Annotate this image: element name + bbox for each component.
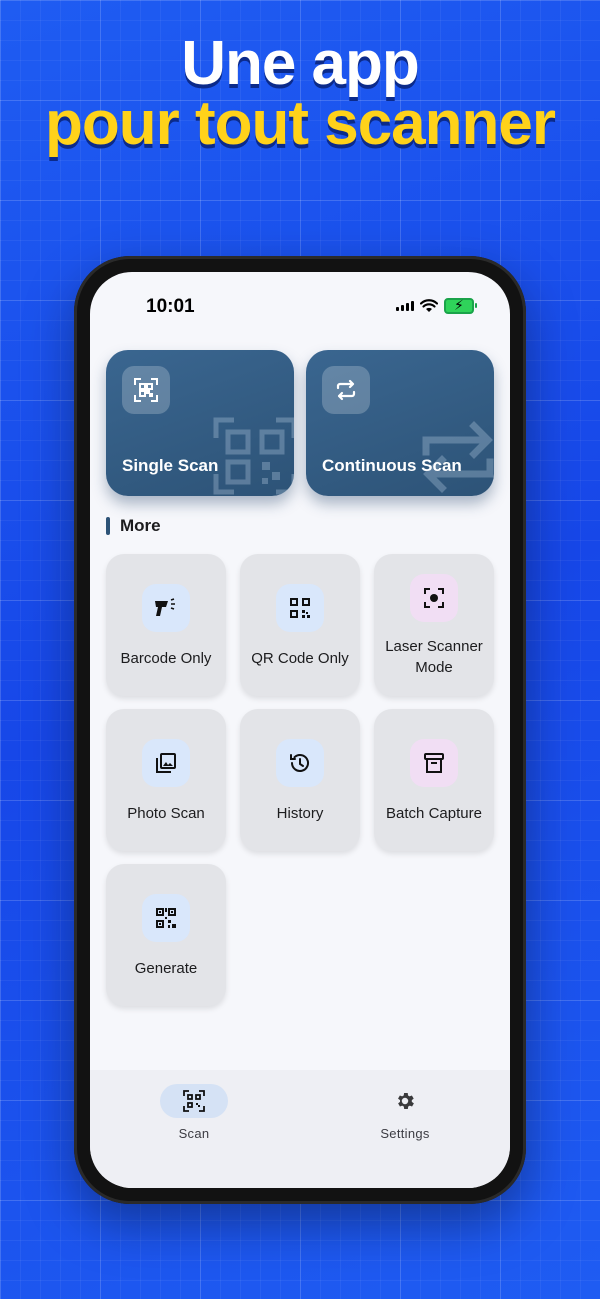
status-bar: 10:01 ⚡: [90, 296, 510, 320]
phone-frame: 10:01 ⚡ Single Scan Continuous Scan More…: [74, 256, 526, 1204]
nav-item-settings[interactable]: Settings: [345, 1084, 465, 1141]
tile-label: Photo Scan: [127, 805, 205, 822]
gear-icon: [371, 1084, 439, 1118]
headline-line-2: pour tout scanner: [44, 89, 556, 158]
qr-frame-icon: [122, 366, 170, 414]
continuous-scan-label: Continuous Scan: [322, 456, 462, 475]
qr-generate-icon: [142, 894, 190, 942]
bottom-navigation: Scan Settings: [90, 1070, 510, 1188]
tile-label: QR Code Only: [251, 650, 349, 667]
tile-qr-code-only[interactable]: QR Code Only: [240, 554, 360, 696]
nav-label: Scan: [178, 1126, 210, 1141]
single-scan-card[interactable]: Single Scan: [106, 350, 294, 496]
section-title: More: [120, 516, 161, 535]
tile-label: Generate: [134, 960, 198, 977]
nav-label: Settings: [380, 1126, 430, 1141]
wifi-icon: [420, 299, 438, 312]
qr-code-icon: [276, 584, 324, 632]
tile-batch-capture[interactable]: Batch Capture: [374, 709, 494, 851]
tile-generate[interactable]: Generate: [106, 864, 226, 1006]
history-icon: [276, 739, 324, 787]
tile-photo-scan[interactable]: Photo Scan: [106, 709, 226, 851]
app-screen: 10:01 ⚡ Single Scan Continuous Scan More…: [90, 272, 510, 1188]
status-icons: ⚡: [396, 297, 477, 314]
tile-history[interactable]: History: [240, 709, 360, 851]
archive-box-icon: [410, 739, 458, 787]
tile-label: Barcode Only: [120, 650, 212, 667]
tile-barcode-only[interactable]: Barcode Only: [106, 554, 226, 696]
nav-item-scan[interactable]: Scan: [134, 1084, 254, 1141]
tile-label: Batch Capture: [386, 805, 482, 822]
single-scan-label: Single Scan: [122, 456, 219, 475]
section-header-more: More: [106, 516, 161, 536]
qr-watermark: [213, 417, 294, 495]
section-accent-bar: [106, 517, 110, 535]
qr-scan-icon: [160, 1084, 228, 1118]
barcode-scanner-icon: [142, 584, 190, 632]
continuous-scan-card[interactable]: Continuous Scan: [306, 350, 494, 496]
tile-label: Laser Scanner Mode: [385, 638, 483, 676]
tile-label: History: [276, 805, 324, 822]
repeat-icon: [322, 366, 370, 414]
battery-charging-icon: ⚡: [444, 297, 477, 314]
tile-laser-scanner-mode[interactable]: Laser Scanner Mode: [374, 554, 494, 696]
photo-library-icon: [142, 739, 190, 787]
focus-target-icon: [410, 574, 458, 622]
status-time: 10:01: [146, 296, 195, 317]
signal-icon: [396, 301, 414, 311]
